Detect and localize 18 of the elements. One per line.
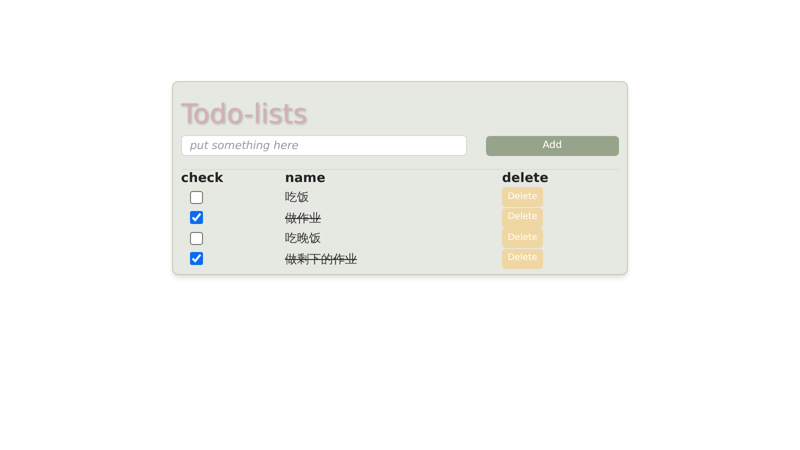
delete-button[interactable]: Delete <box>502 228 543 248</box>
delete-button[interactable]: Delete <box>502 187 543 208</box>
column-header: check <box>181 170 224 188</box>
todo-name: 做作业 <box>285 210 322 227</box>
delete-button[interactable]: Delete <box>502 248 543 269</box>
title: Todo-lists <box>181 98 308 132</box>
checkbox[interactable] <box>190 232 203 245</box>
checkbox[interactable] <box>190 211 203 224</box>
add-button[interactable]: Add <box>486 136 619 156</box>
checkbox[interactable] <box>190 252 203 266</box>
todo-name: 吃饭 <box>285 189 310 206</box>
column-header: name <box>285 170 326 188</box>
todo-name: 做剩下的作业 <box>285 250 358 268</box>
delete-button[interactable]: Delete <box>502 208 543 228</box>
todo-name: 吃晚饭 <box>285 230 322 248</box>
column-header: delete <box>502 170 548 188</box>
checkbox[interactable] <box>190 190 203 204</box>
input-field[interactable]: put something here <box>181 135 467 156</box>
